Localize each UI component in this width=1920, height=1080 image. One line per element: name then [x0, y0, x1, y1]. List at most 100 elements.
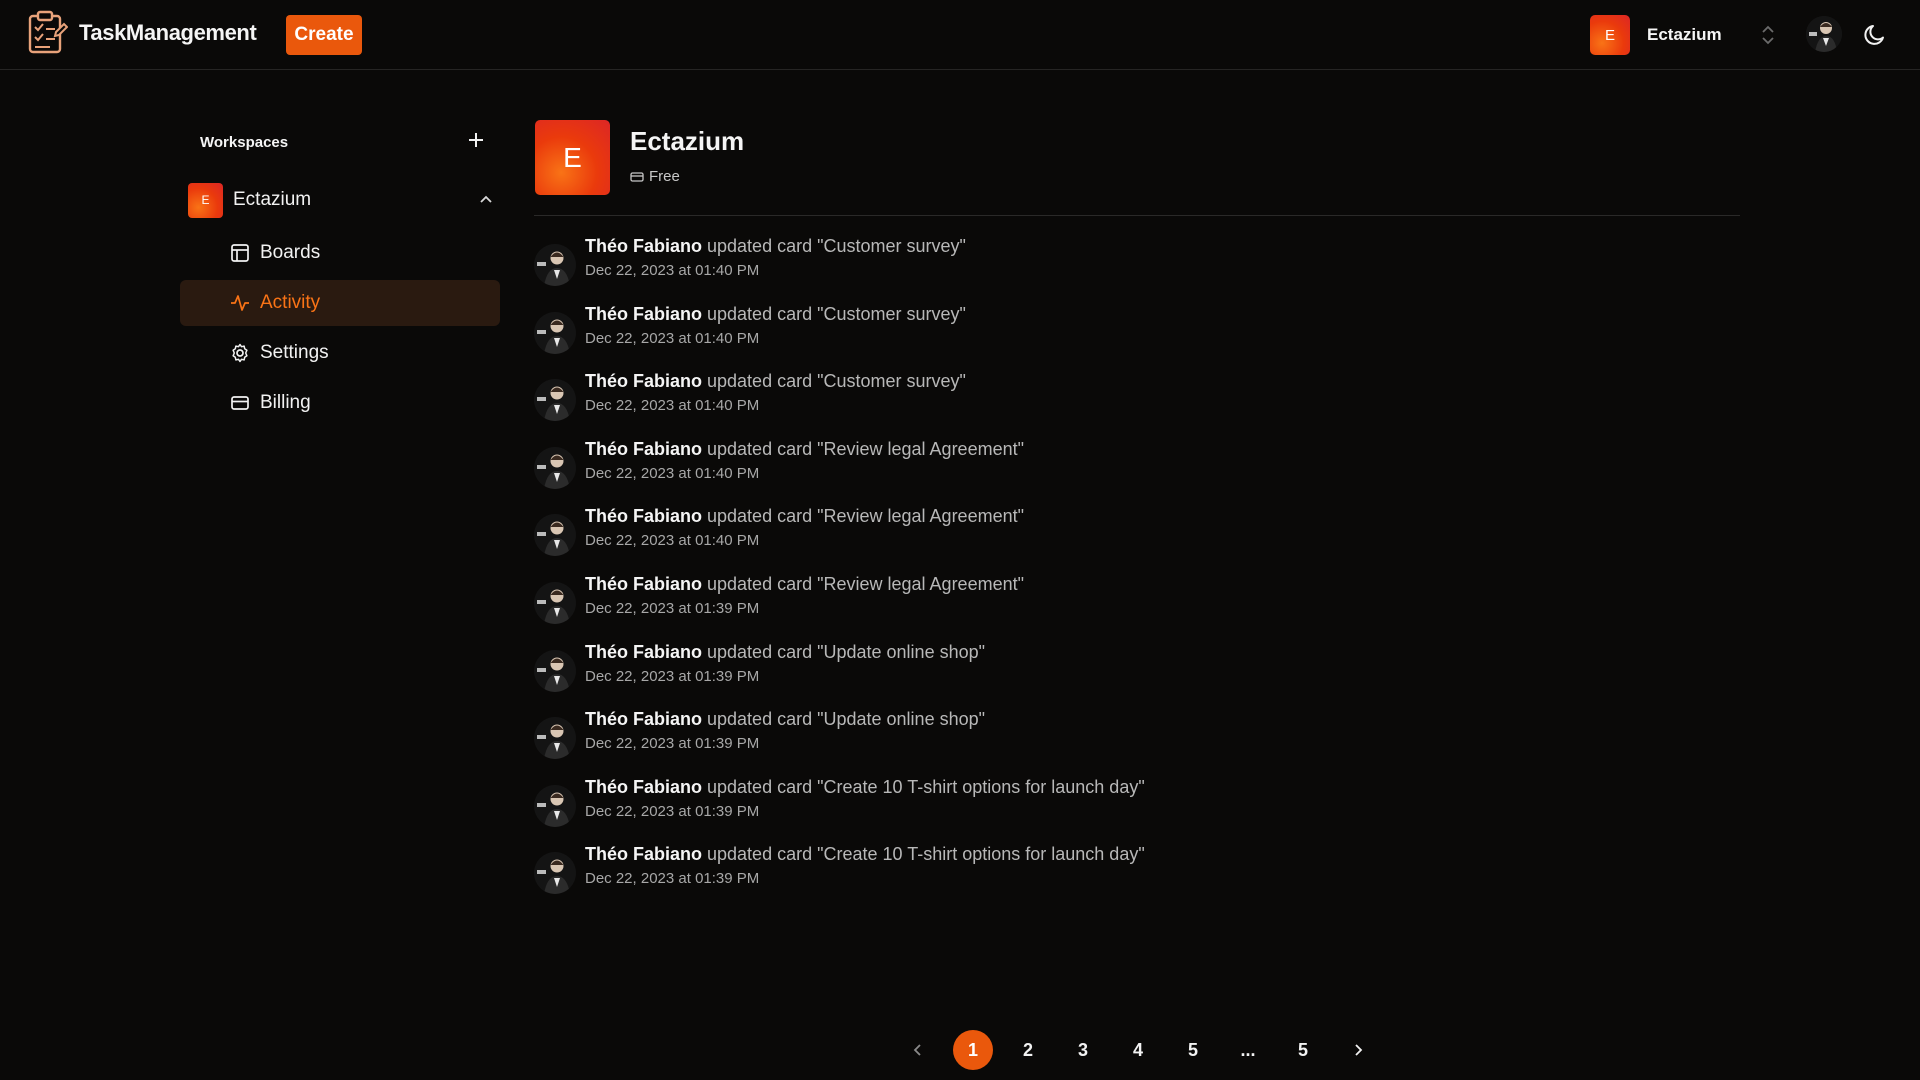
user-avatar [534, 379, 576, 422]
prev-page-button[interactable] [898, 1030, 938, 1070]
page-button-2[interactable]: 2 [1008, 1030, 1048, 1070]
activity-message: Théo Fabiano updated card "Create 10 T-s… [585, 844, 1145, 865]
credit-card-icon [630, 171, 644, 182]
clipboard-logo-icon [28, 10, 68, 54]
activity-timestamp: Dec 22, 2023 at 01:39 PM [585, 802, 760, 820]
activity-timestamp: Dec 22, 2023 at 01:39 PM [585, 667, 760, 685]
activity-user: Théo Fabiano [585, 506, 702, 527]
sidebar-item-label: Billing [260, 392, 311, 413]
activity-message: Théo Fabiano updated card "Customer surv… [585, 236, 966, 257]
activity-message: Théo Fabiano updated card "Review legal … [585, 439, 1024, 460]
workspaces-heading: Workspaces [200, 134, 289, 151]
activity-action: updated card "Customer survey" [707, 303, 966, 324]
activity-user: Théo Fabiano [585, 641, 702, 662]
activity-timestamp: Dec 22, 2023 at 01:39 PM [585, 870, 760, 888]
workspace-toggle[interactable]: E Ectazium [188, 182, 492, 218]
activity-message: Théo Fabiano updated card "Create 10 T-s… [585, 777, 1145, 798]
next-page-button[interactable] [1338, 1030, 1378, 1070]
activity-user: Théo Fabiano [585, 236, 702, 256]
activity-timestamp: Dec 22, 2023 at 01:40 PM [585, 464, 760, 482]
sidebar-item-billing[interactable]: Billing [180, 380, 500, 426]
activity-timestamp: Dec 22, 2023 at 01:40 PM [585, 329, 760, 347]
user-avatar [534, 717, 576, 760]
plus-icon[interactable] [464, 128, 488, 152]
activity-user: Théo Fabiano [585, 844, 702, 865]
plan-label: Free [649, 168, 680, 185]
activity-message: Théo Fabiano updated card "Review legal … [585, 574, 1024, 595]
activity-item: Théo Fabiano updated card "Customer surv… [534, 304, 1740, 372]
user-avatar [534, 446, 576, 489]
page-ellipsis: ... [1240, 1039, 1256, 1060]
board-icon [231, 244, 249, 262]
activity-timestamp: Dec 22, 2023 at 01:40 PM [585, 532, 760, 550]
activity-user: Théo Fabiano [585, 776, 702, 797]
activity-action: updated card "Review legal Agreement" [707, 573, 1024, 594]
activity-user: Théo Fabiano [585, 371, 702, 392]
chevron-right-icon [1355, 1044, 1363, 1056]
activity-item: Théo Fabiano updated card "Create 10 T-s… [534, 777, 1740, 845]
organization-avatar: E [535, 120, 610, 195]
divider [534, 215, 1740, 216]
user-photo-icon [1806, 16, 1842, 52]
chevron-left-icon [913, 1044, 921, 1056]
user-avatar [534, 852, 576, 895]
activity-item: Théo Fabiano updated card "Create 10 T-s… [534, 844, 1740, 912]
activity-user: Théo Fabiano [585, 438, 702, 459]
activity-action: updated card "Customer survey" [707, 371, 966, 392]
credit-card-icon [231, 396, 249, 410]
workspace-name: Ectazium [233, 189, 312, 210]
activity-message: Théo Fabiano updated card "Customer surv… [585, 304, 966, 325]
sidebar-item-settings[interactable]: Settings [180, 330, 500, 376]
activity-user: Théo Fabiano [585, 303, 702, 324]
activity-action: updated card "Review legal Agreement" [707, 506, 1024, 527]
activity-item: Théo Fabiano updated card "Review legal … [534, 574, 1740, 642]
activity-item: Théo Fabiano updated card "Customer surv… [534, 236, 1740, 304]
user-avatar [534, 244, 576, 286]
activity-message: Théo Fabiano updated card "Update online… [585, 642, 985, 663]
app-name: TaskManagement [79, 20, 257, 45]
activity-message: Théo Fabiano updated card "Customer surv… [585, 371, 966, 392]
top-bar: TaskManagement Create E Ectazium [0, 0, 1920, 70]
activity-item: Théo Fabiano updated card "Customer surv… [534, 371, 1740, 439]
sidebar-item-activity[interactable]: Activity [180, 280, 500, 326]
sidebar-item-label: Settings [260, 342, 329, 363]
page-button-4[interactable]: 4 [1118, 1030, 1158, 1070]
activity-action: updated card "Customer survey" [707, 236, 966, 256]
user-avatar [534, 649, 576, 692]
activity-item: Théo Fabiano updated card "Review legal … [534, 439, 1740, 507]
create-button[interactable]: Create [286, 15, 362, 55]
user-avatar [534, 514, 576, 557]
user-avatar [534, 581, 576, 624]
activity-timestamp: Dec 22, 2023 at 01:39 PM [585, 735, 760, 753]
page-button-3[interactable]: 3 [1063, 1030, 1103, 1070]
activity-item: Théo Fabiano updated card "Update online… [534, 642, 1740, 710]
sidebar-item-boards[interactable]: Boards [180, 230, 500, 276]
activity-message: Théo Fabiano updated card "Review legal … [585, 506, 1024, 527]
chevron-up-icon [480, 195, 492, 203]
page-button-last[interactable]: 5 [1283, 1030, 1323, 1070]
app-logo[interactable]: TaskManagement [26, 10, 257, 56]
page-button-5[interactable]: 5 [1173, 1030, 1213, 1070]
user-avatar [534, 784, 576, 827]
activity-message: Théo Fabiano updated card "Update online… [585, 709, 985, 730]
activity-user: Théo Fabiano [585, 573, 702, 594]
page-button-1[interactable]: 1 [953, 1030, 993, 1070]
organization-name: Ectazium [630, 126, 745, 156]
organization-plan: Free [630, 168, 680, 185]
activity-action: updated card "Create 10 T-shirt options … [707, 844, 1145, 865]
user-avatar[interactable] [1806, 16, 1842, 52]
activity-timestamp: Dec 22, 2023 at 01:40 PM [585, 397, 760, 415]
activity-action: updated card "Update online shop" [707, 709, 985, 730]
activity-timestamp: Dec 22, 2023 at 01:40 PM [585, 262, 760, 279]
activity-icon [231, 295, 249, 311]
activity-user: Théo Fabiano [585, 709, 702, 730]
activity-item: Théo Fabiano updated card "Update online… [534, 709, 1740, 777]
sidebar-item-label: Activity [260, 292, 321, 313]
sidebar-item-label: Boards [260, 242, 321, 263]
workspace-avatar: E [1590, 15, 1630, 55]
moon-icon[interactable] [1862, 22, 1888, 48]
workspace-switcher[interactable]: E Ectazium [1590, 14, 1790, 56]
activity-action: updated card "Review legal Agreement" [707, 438, 1024, 459]
activity-item: Théo Fabiano updated card "Review legal … [534, 506, 1740, 574]
activity-action: updated card "Update online shop" [707, 641, 985, 662]
